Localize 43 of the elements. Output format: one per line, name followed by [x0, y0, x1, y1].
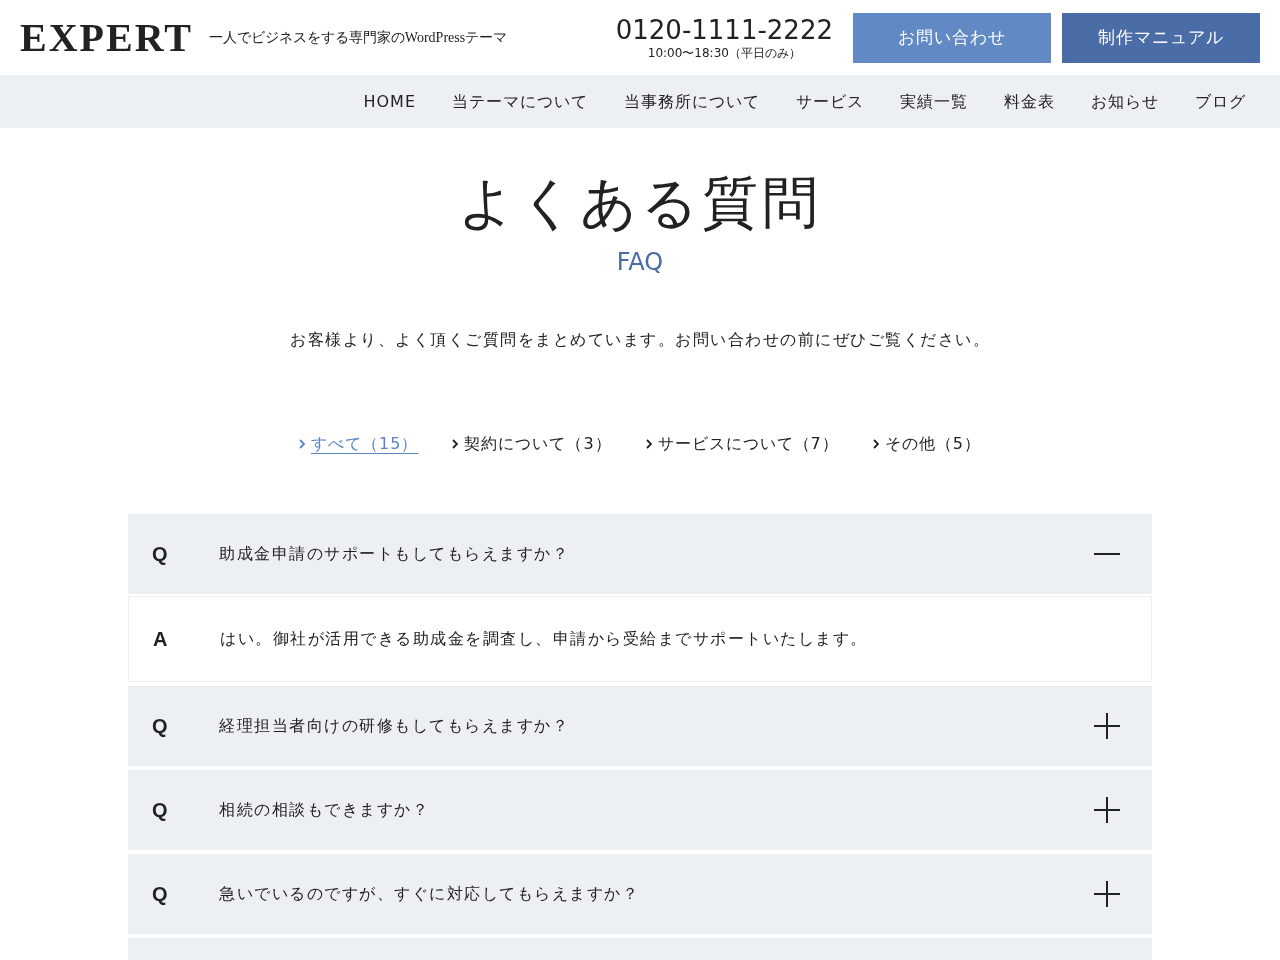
plus-icon	[1094, 713, 1120, 739]
question-text: 助成金申請のサポートもしてもらえますか？	[219, 543, 569, 565]
nav-link[interactable]: 当テーマについて	[434, 89, 606, 114]
chevron-right-icon	[872, 439, 879, 449]
chevron-right-icon	[452, 439, 459, 449]
phone-number: 0120-1111-2222	[615, 14, 833, 45]
nav-link[interactable]: サービス	[778, 89, 882, 114]
chevron-right-icon	[645, 439, 652, 449]
question-mark: Q	[152, 798, 169, 823]
nav-link[interactable]: 実績一覧	[882, 89, 986, 114]
nav-link[interactable]: HOME	[345, 89, 434, 114]
nav-link[interactable]: お知らせ	[1073, 89, 1177, 114]
faq-question-row[interactable]: Q 相続の相談もできますか？	[128, 770, 1152, 850]
business-hours: 10:00〜18:30（平日のみ）	[647, 44, 801, 61]
plus-icon	[1094, 797, 1120, 823]
nav-link[interactable]: 料金表	[986, 89, 1073, 114]
question-mark: Q	[152, 714, 169, 739]
filter-link[interactable]: その他（5）	[872, 432, 981, 458]
question-text: 相続の相談もできますか？	[219, 799, 429, 821]
answer-text: はい。御社が活用できる助成金を調査し、申請から受給までサポートいたします。	[220, 628, 868, 650]
intro-text: お客様より、よく頂くご質問をまとめています。お問い合わせの前にぜひご覧ください。	[290, 329, 990, 351]
question-mark: Q	[152, 882, 169, 907]
question-mark: Q	[152, 542, 169, 567]
filter-link[interactable]: すべて（15）	[299, 432, 419, 458]
faq-question-row[interactable]: Q 助成金申請のサポートもしてもらえますか？	[128, 514, 1152, 594]
question-text: 急いでいるのですが、すぐに対応してもらえますか？	[219, 883, 639, 905]
plus-icon	[1094, 881, 1120, 907]
filter-link[interactable]: 契約について（3）	[452, 432, 612, 458]
faq-question-row[interactable]: Q 急いでいるのですが、すぐに対応してもらえますか？	[128, 854, 1152, 934]
chevron-right-icon	[299, 439, 306, 449]
header-button[interactable]: お問い合わせ	[853, 12, 1051, 63]
nav-link[interactable]: 当事務所について	[606, 89, 778, 114]
filter-link[interactable]: サービスについて（7）	[645, 432, 839, 458]
faq-question-row[interactable]: Q 経理担当者向けの研修もしてもらえますか？	[128, 686, 1152, 766]
page-subtitle: FAQ	[616, 247, 664, 278]
question-text: 経理担当者向けの研修もしてもらえますか？	[219, 715, 569, 737]
site-logo[interactable]: EXPERT	[20, 17, 193, 58]
nav-link[interactable]: ブログ	[1177, 89, 1264, 114]
answer-mark: A	[153, 627, 169, 652]
header-button[interactable]: 制作マニュアル	[1062, 12, 1260, 63]
site-tagline: 一人でビジネスをする専門家のWordPressテーマ	[208, 29, 508, 47]
minus-icon	[1094, 553, 1120, 555]
page-title: よくある質問	[458, 169, 822, 237]
